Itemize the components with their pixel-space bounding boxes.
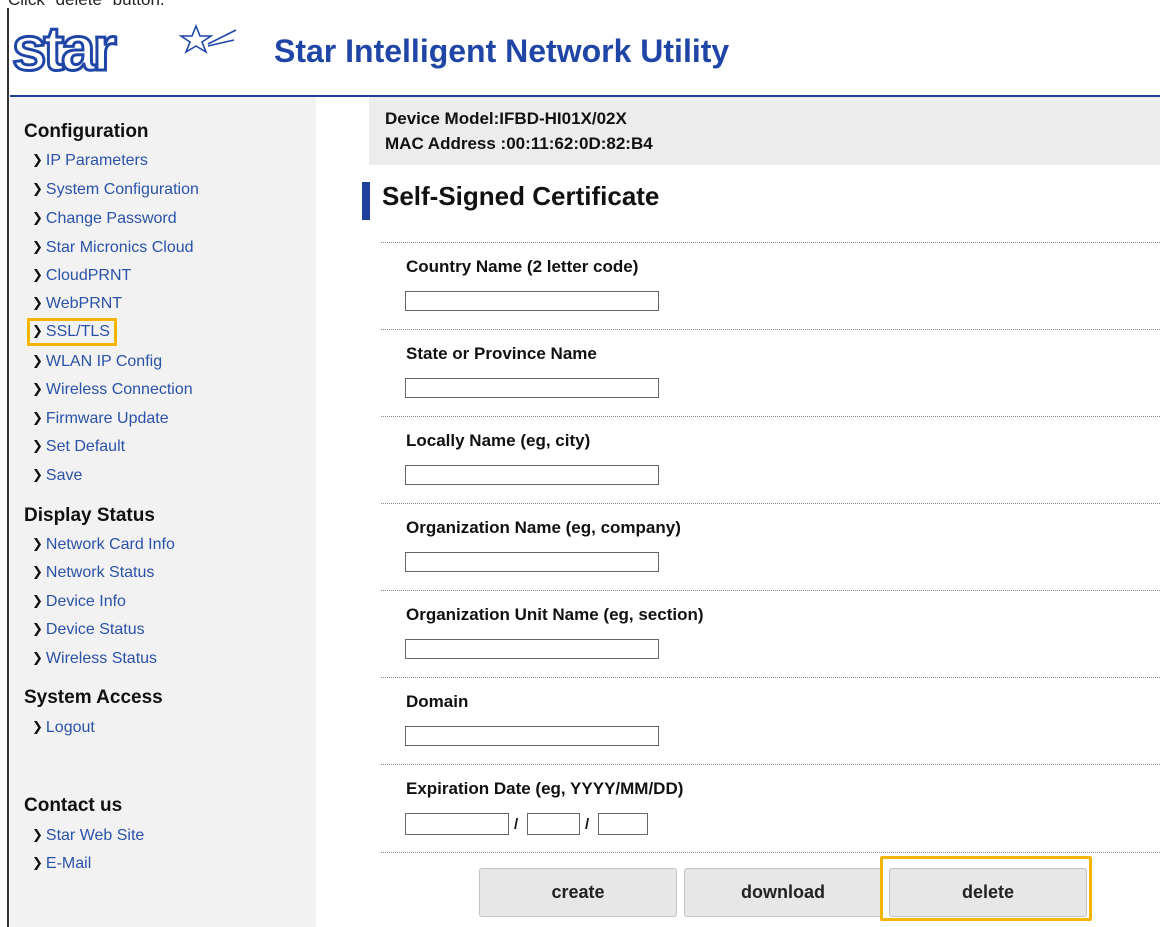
chevron-right-icon: ❯ (32, 353, 43, 368)
sidebar-item-change-password[interactable]: ❯ Change Password (32, 210, 177, 228)
organization-unit-label: Organization Unit Name (eg, section) (406, 605, 704, 624)
sidebar-item-wlan-ip-config[interactable]: ❯ WLAN IP Config (32, 353, 162, 371)
device-info-bar: Device Model:IFBD-HI01X/02X MAC Address … (369, 97, 1160, 165)
domain-input[interactable] (405, 726, 659, 746)
delete-button-highlight (880, 856, 1092, 921)
sidebar-item-e-mail[interactable]: ❯ E-Mail (32, 855, 91, 873)
country-name-input[interactable] (405, 291, 659, 311)
sidebar-item-star-web-site[interactable]: ❯ Star Web Site (32, 827, 144, 845)
sidebar-item-set-default[interactable]: ❯ Set Default (32, 438, 125, 456)
sidebar-item-wireless-status[interactable]: ❯ Wireless Status (32, 650, 157, 668)
download-button[interactable]: download (684, 868, 882, 917)
sidebar-item-webprnt[interactable]: ❯ WebPRNT (32, 295, 122, 313)
field-divider (381, 852, 1160, 853)
locality-name-input[interactable] (405, 465, 659, 485)
state-province-input[interactable] (405, 378, 659, 398)
locality-name-label: Locally Name (eg, city) (406, 431, 591, 450)
field-divider (381, 764, 1160, 765)
organization-name-input[interactable] (405, 552, 659, 572)
mac-address: MAC Address :00:11:62:0D:82:B4 (385, 134, 653, 153)
chevron-right-icon: ❯ (32, 855, 43, 870)
organization-unit-input[interactable] (405, 639, 659, 659)
chevron-right-icon: ❯ (32, 650, 43, 665)
state-province-label: State or Province Name (406, 344, 597, 363)
chevron-right-icon: ❯ (32, 593, 43, 608)
sidebar-item-ssl-tls[interactable]: ❯ SSL/TLS (27, 318, 117, 346)
chevron-right-icon: ❯ (32, 267, 43, 282)
left-border-rule (7, 8, 9, 927)
chevron-right-icon: ❯ (32, 295, 43, 310)
field-divider (381, 503, 1160, 504)
sidebar-item-system-configuration[interactable]: ❯ System Configuration (32, 181, 199, 199)
chevron-right-icon: ❯ (32, 719, 43, 734)
sidebar-item-wireless-connection[interactable]: ❯ Wireless Connection (32, 381, 193, 399)
domain-label: Domain (406, 692, 469, 711)
page-title-accent (362, 182, 370, 220)
sidebar-item-device-status[interactable]: ❯ Device Status (32, 621, 145, 639)
sidebar-heading-contact-us: Contact us (24, 795, 123, 816)
sidebar-item-firmware-update[interactable]: ❯ Firmware Update (32, 410, 169, 428)
chevron-right-icon: ❯ (32, 564, 43, 579)
chevron-right-icon: ❯ (32, 621, 43, 636)
chevron-right-icon: ❯ (32, 438, 43, 453)
field-divider (381, 242, 1160, 243)
app-header: star Star Intelligent Network Utility (10, 20, 1160, 97)
expiration-day-input[interactable] (598, 813, 648, 835)
instruction-text: Click "delete" button. (8, 0, 165, 10)
field-divider (381, 590, 1160, 591)
country-name-label: Country Name (2 letter code) (406, 257, 639, 276)
expiration-month-input[interactable] (527, 813, 580, 835)
chevron-right-icon: ❯ (32, 239, 43, 254)
chevron-right-icon: ❯ (32, 381, 43, 396)
chevron-right-icon: ❯ (32, 467, 43, 482)
sidebar-heading-display-status: Display Status (24, 505, 155, 526)
sidebar-item-ip-parameters[interactable]: ❯ IP Parameters (32, 152, 148, 170)
field-divider (381, 416, 1160, 417)
sidebar: Configuration ❯ IP Parameters ❯ System Con… (10, 97, 316, 927)
sidebar-item-save[interactable]: ❯ Save (32, 467, 82, 485)
logo-wordmark: star (12, 20, 117, 78)
field-divider (381, 329, 1160, 330)
field-divider (381, 677, 1160, 678)
sidebar-item-network-card-info[interactable]: ❯ Network Card Info (32, 536, 175, 554)
sidebar-heading-configuration: Configuration (24, 121, 149, 142)
create-button[interactable]: create (479, 868, 677, 917)
sidebar-heading-system-access: System Access (24, 687, 163, 708)
device-model: Device Model:IFBD-HI01X/02X (385, 109, 627, 128)
chevron-right-icon: ❯ (32, 181, 43, 196)
chevron-right-icon: ❯ (32, 210, 43, 225)
chevron-right-icon: ❯ (32, 536, 43, 551)
star-logo: star (11, 20, 237, 78)
chevron-right-icon: ❯ (32, 827, 43, 842)
chevron-right-icon: ❯ (32, 323, 43, 338)
expiration-date-label: Expiration Date (eg, YYYY/MM/DD) (406, 779, 684, 798)
date-separator: / (585, 816, 590, 833)
sidebar-item-network-status[interactable]: ❯ Network Status (32, 564, 154, 582)
sidebar-item-cloudprnt[interactable]: ❯ CloudPRNT (32, 267, 131, 285)
logo-star-mark (178, 23, 237, 54)
chevron-right-icon: ❯ (32, 410, 43, 425)
sidebar-item-star-micronics-cloud[interactable]: ❯ Star Micronics Cloud (32, 239, 194, 257)
page-title: Self-Signed Certificate (382, 181, 660, 211)
app-title: Star Intelligent Network Utility (274, 33, 730, 69)
sidebar-item-logout[interactable]: ❯ Logout (32, 719, 95, 737)
expiration-year-input[interactable] (405, 813, 509, 835)
sidebar-item-device-info[interactable]: ❯ Device Info (32, 593, 126, 611)
date-separator: / (514, 816, 519, 833)
chevron-right-icon: ❯ (32, 152, 43, 167)
organization-name-label: Organization Name (eg, company) (406, 518, 681, 537)
